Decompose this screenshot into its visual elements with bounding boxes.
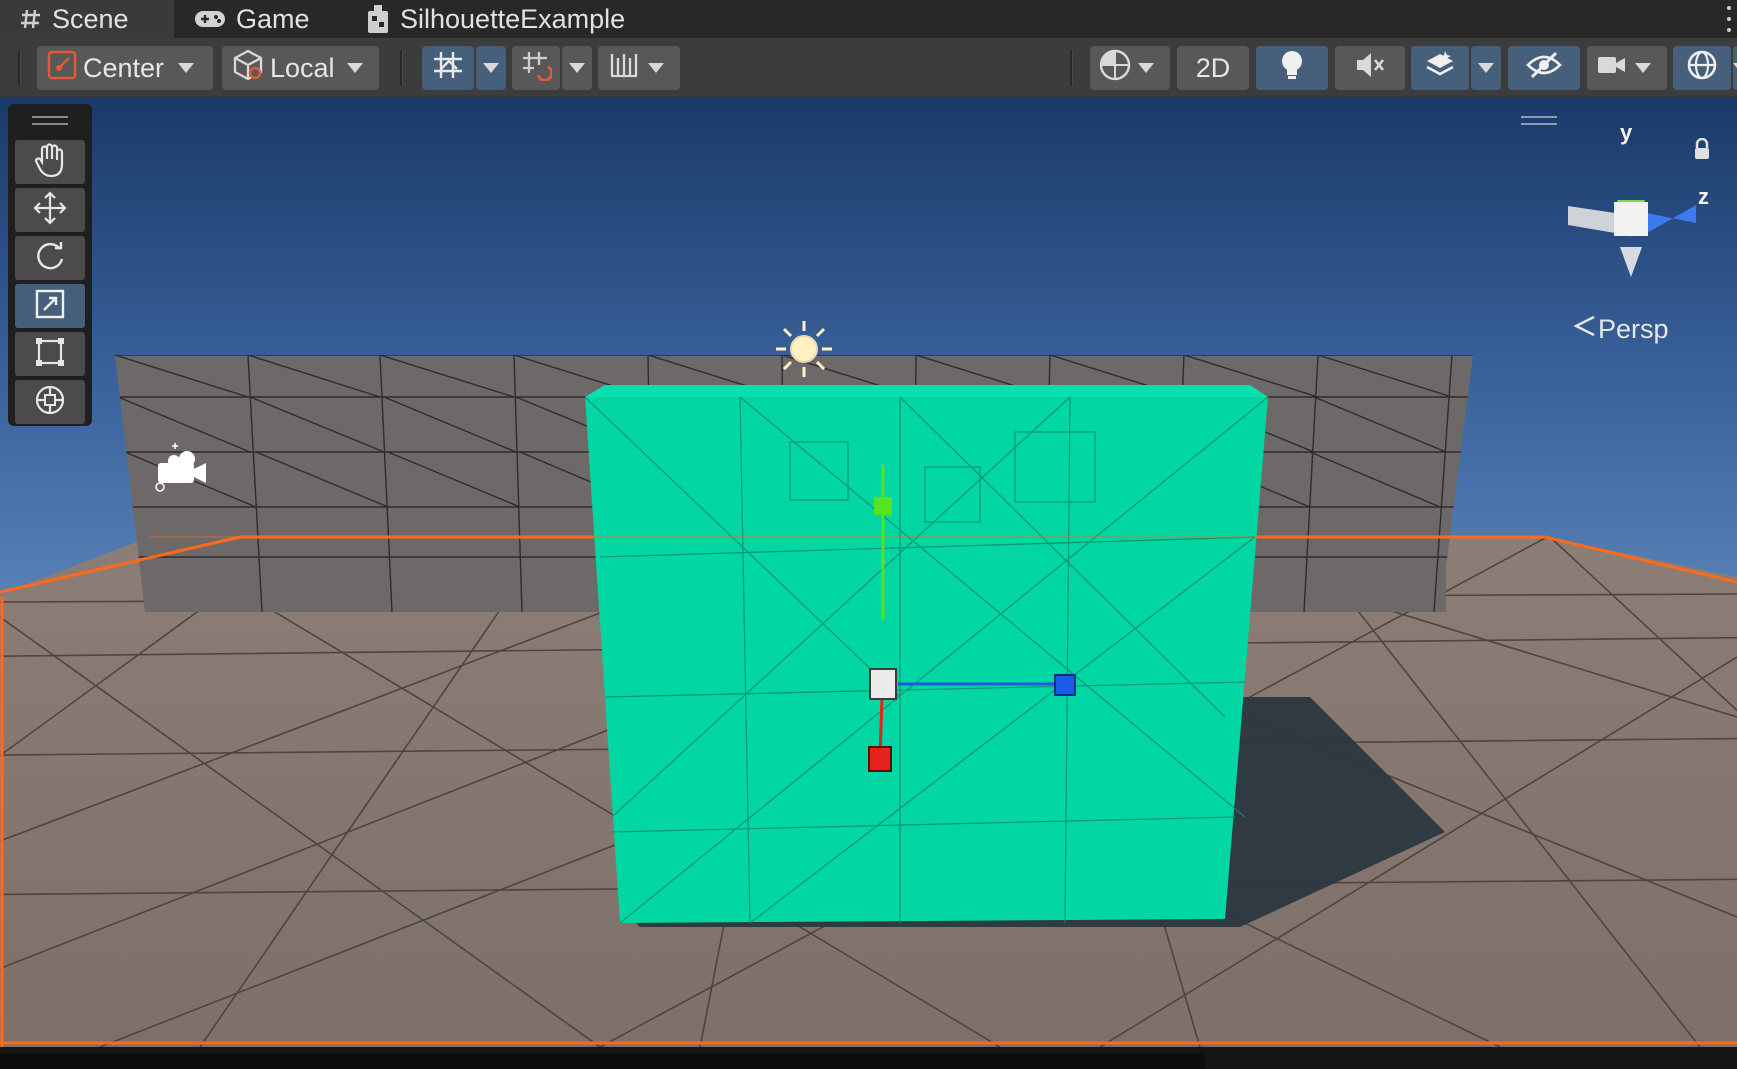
tab-silhouette-example-label: SilhouetteExample [400, 3, 626, 34]
gizmos-globe-icon [1685, 48, 1719, 89]
tools-grip-icon[interactable] [32, 116, 68, 130]
move-tool-button[interactable] [15, 188, 85, 232]
grid-snapping-toggle[interactable] [422, 46, 474, 90]
transform-icon [32, 382, 68, 423]
scene-viewport[interactable]: y z [0, 97, 1737, 1047]
chevron-left-icon [1572, 313, 1598, 346]
pivot-center-dropdown[interactable]: Center [37, 46, 213, 90]
gizmo-y-label: y [1620, 120, 1633, 145]
lock-icon[interactable] [1693, 137, 1711, 165]
move-arrows-icon [33, 190, 67, 230]
draw-mode-sphere-icon [1098, 48, 1132, 89]
toolbar-separator [1070, 50, 1073, 86]
gizmos-toggle[interactable] [1673, 46, 1731, 90]
transform-tool-button[interactable] [15, 380, 85, 424]
tools-overlay [8, 104, 92, 426]
increment-snap-toggle[interactable] [512, 46, 560, 90]
chevron-down-icon [1138, 63, 1154, 73]
tab-game-label: Game [236, 3, 310, 34]
hand-icon [33, 142, 67, 183]
scene-visibility-toggle[interactable] [1508, 46, 1580, 90]
scale-icon [34, 288, 66, 325]
mode-2d-toggle[interactable]: 2D [1177, 46, 1249, 90]
scale-handle-x[interactable] [868, 746, 892, 772]
tab-menu-icon[interactable] [1727, 6, 1731, 32]
toolbar-separator [18, 50, 21, 86]
status-bar [0, 1047, 1737, 1069]
space-local-dropdown[interactable]: Local [222, 46, 379, 90]
hash-icon [20, 8, 42, 30]
scale-handle-y[interactable] [874, 497, 892, 515]
scene-effects-toggle[interactable] [1411, 46, 1469, 90]
rect-transform-icon [34, 336, 66, 373]
tab-game[interactable]: Game [194, 0, 310, 38]
chevron-down-icon [1733, 63, 1737, 73]
scene-render[interactable] [0, 97, 1737, 1047]
gizmos-dropdown[interactable] [1733, 46, 1737, 90]
chevron-down-icon [569, 63, 585, 73]
camera-icon [1597, 53, 1627, 84]
effects-layers-icon [1424, 49, 1456, 88]
gamepad-icon [194, 9, 226, 29]
grid-snapping-dropdown[interactable] [476, 46, 506, 90]
scene-audio-toggle[interactable] [1335, 46, 1405, 90]
projection-toggle[interactable]: Persp [1572, 313, 1669, 346]
rotate-icon [33, 239, 67, 278]
chevron-down-icon [178, 63, 195, 73]
mode-2d-label: 2D [1195, 52, 1231, 83]
chevron-down-icon [483, 63, 499, 73]
audio-muted-icon [1354, 50, 1386, 87]
rect-tool-button[interactable] [15, 332, 85, 376]
chevron-down-icon [346, 63, 363, 73]
gizmo-center-cube[interactable] [1614, 202, 1648, 236]
grid-snap-icon [431, 49, 465, 88]
lightbulb-icon [1279, 49, 1305, 88]
directional-light-icon[interactable] [776, 321, 832, 377]
editor-tab-bar: Scene Game SilhouetteExample [0, 0, 1737, 38]
grid-ruler-icon [608, 50, 640, 87]
chevron-down-icon [648, 63, 664, 73]
tab-scene-label: Scene [52, 3, 129, 34]
increment-snap-icon [520, 49, 554, 88]
grid-visibility-dropdown[interactable] [598, 46, 680, 90]
chevron-down-icon [1635, 63, 1651, 73]
hand-tool-button[interactable] [15, 140, 85, 184]
scene-lighting-toggle[interactable] [1256, 46, 1328, 90]
scale-handle-z[interactable] [1054, 674, 1076, 696]
space-local-label: Local [270, 52, 335, 83]
draw-mode-dropdown[interactable] [1090, 46, 1170, 90]
pivot-icon [47, 50, 77, 87]
hidden-eye-icon [1526, 51, 1562, 86]
scale-tool-button[interactable] [15, 284, 85, 328]
chevron-down-icon [1478, 63, 1494, 73]
gizmo-z-label: z [1698, 184, 1709, 209]
tab-scene[interactable]: Scene [0, 0, 174, 38]
status-strip [0, 1053, 1205, 1069]
rotate-tool-button[interactable] [15, 236, 85, 280]
selected-cube[interactable] [585, 397, 1268, 923]
scene-toolbar: Center Local 2D [0, 38, 1737, 98]
local-space-icon [232, 49, 264, 88]
unity-package-icon [366, 4, 390, 34]
scale-handle-uniform[interactable] [869, 668, 897, 700]
scene-effects-dropdown[interactable] [1471, 46, 1501, 90]
pivot-center-label: Center [83, 52, 165, 83]
cube-top-face [585, 385, 1268, 397]
scene-camera-dropdown[interactable] [1587, 46, 1667, 90]
toolbar-separator [400, 50, 403, 86]
projection-label: Persp [1598, 314, 1669, 344]
increment-snap-dropdown[interactable] [562, 46, 592, 90]
overlay-grip-icon[interactable] [1521, 116, 1557, 130]
tab-silhouette-example[interactable]: SilhouetteExample [366, 0, 625, 38]
